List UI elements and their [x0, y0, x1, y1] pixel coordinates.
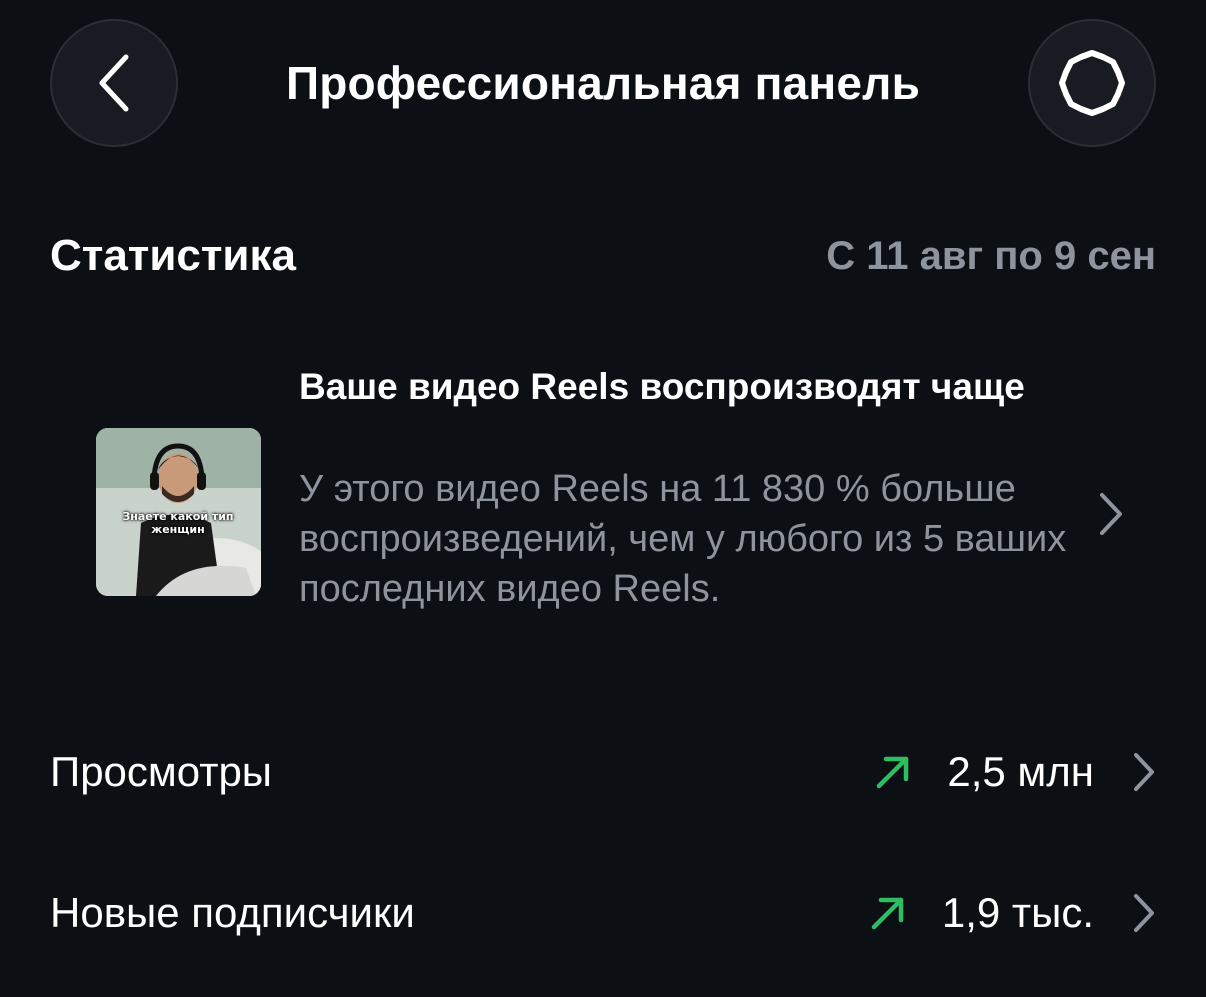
- metric-value: 2,5 млн: [947, 748, 1094, 795]
- chevron-right-icon: [1132, 892, 1156, 934]
- reel-thumbnail: Знаете какой тип женщин: [96, 428, 261, 596]
- chevron-right-icon: [1132, 751, 1156, 793]
- highlight-title: Ваше видео Reels воспроизводят чаще: [299, 366, 1025, 407]
- chevron-right-icon: [1096, 490, 1126, 543]
- reel-highlight-card[interactable]: Знаете какой тип женщин Ваше видео Reels…: [96, 360, 1156, 670]
- metric-row-views[interactable]: Просмотры 2,5 млн: [50, 727, 1156, 817]
- trend-up-icon: [868, 893, 908, 933]
- metric-label: Просмотры: [50, 748, 272, 795]
- trend-up-icon: [873, 752, 913, 792]
- page-title: Профессиональная панель: [285, 57, 921, 109]
- professional-dashboard-screen: Профессиональная панель Статистика С 11 …: [0, 0, 1206, 997]
- metric-label: Новые подписчики: [50, 889, 415, 936]
- date-range-selector[interactable]: С 11 авг по 9 сен: [826, 226, 1156, 286]
- metric-row-new-followers[interactable]: Новые подписчики 1,9 тыс.: [50, 868, 1156, 958]
- stats-section-title: Статистика: [50, 231, 296, 280]
- metric-value: 1,9 тыс.: [941, 889, 1094, 936]
- highlight-description: У этого видео Reels на 11 830 % больше в…: [299, 468, 1067, 610]
- gear-icon: [1059, 50, 1125, 116]
- settings-button[interactable]: [1028, 19, 1156, 147]
- thumbnail-caption: Знаете какой тип женщин: [122, 510, 234, 536]
